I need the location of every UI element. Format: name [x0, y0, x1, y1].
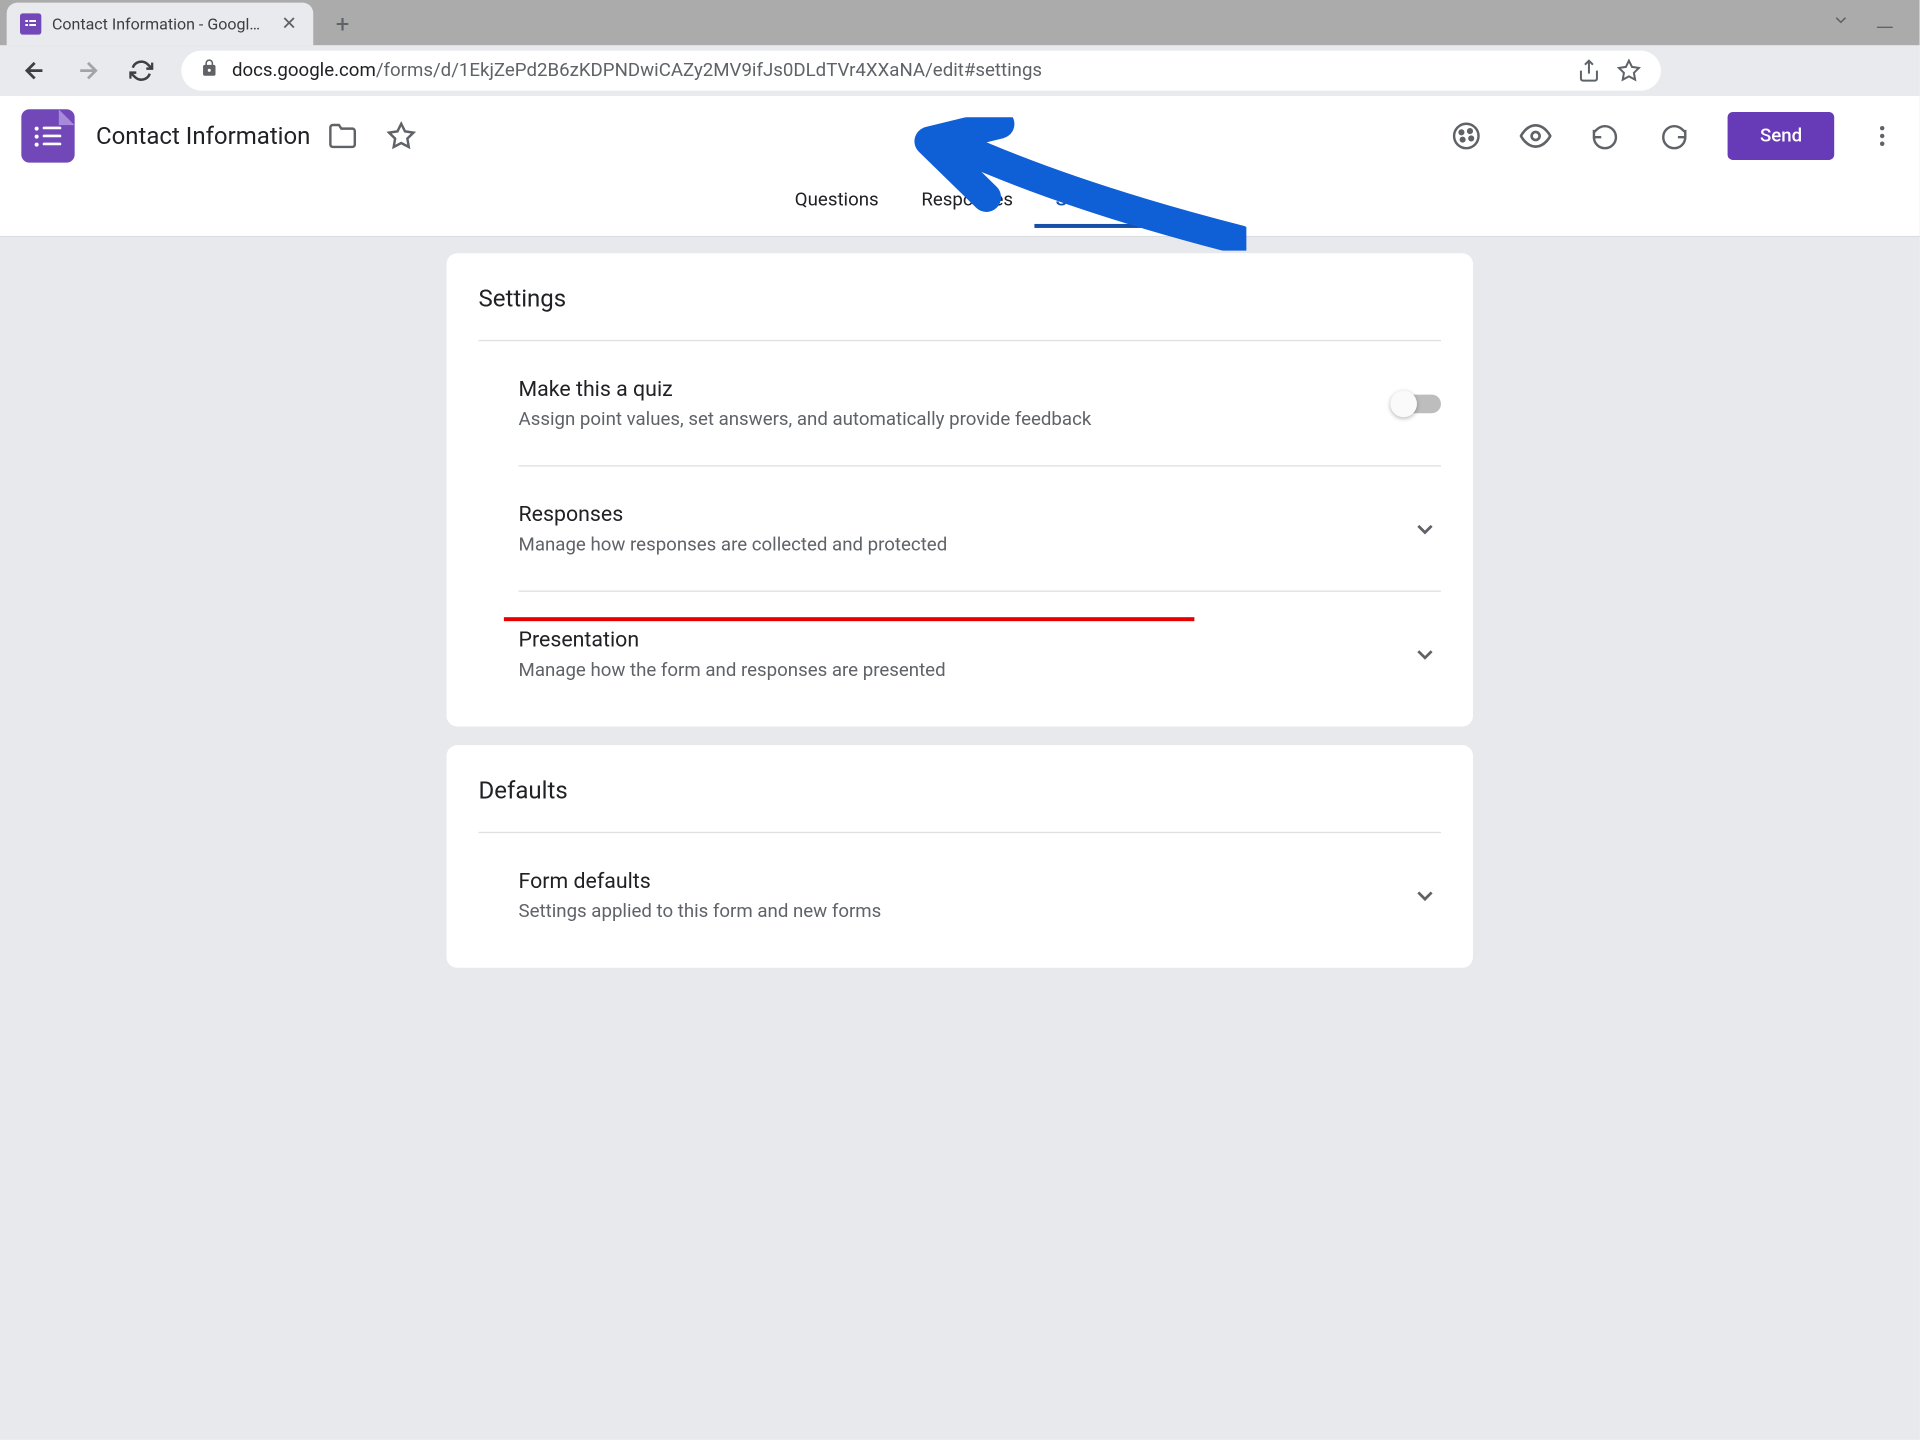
url-text: docs.google.com/forms/d/1EkjZePd2B6zKDPN… [232, 60, 1562, 81]
star-icon[interactable] [374, 109, 427, 162]
setting-title: Responses [519, 501, 1409, 526]
content-area: Settings Make this a quiz Assign point v… [0, 237, 1920, 1439]
setting-form-defaults[interactable]: Form defaults Settings applied to this f… [519, 833, 1441, 936]
settings-card: Settings Make this a quiz Assign point v… [447, 253, 1473, 726]
preview-icon[interactable] [1509, 109, 1562, 162]
setting-presentation[interactable]: Presentation Manage how the form and res… [519, 592, 1441, 695]
customize-theme-icon[interactable] [1440, 109, 1493, 162]
close-icon[interactable]: ✕ [279, 13, 300, 34]
tab-questions[interactable]: Questions [773, 176, 900, 228]
undo-icon[interactable] [1579, 109, 1632, 162]
address-bar[interactable]: docs.google.com/forms/d/1EkjZePd2B6zKDPN… [181, 51, 1661, 91]
reload-button[interactable] [117, 47, 165, 95]
chevron-down-icon[interactable] [1409, 513, 1441, 545]
browser-tab[interactable]: Contact Information - Google Fo ✕ [7, 3, 314, 46]
setting-desc: Manage how the form and responses are pr… [519, 660, 1409, 681]
browser-tab-title: Contact Information - Google Fo [52, 15, 268, 34]
chevron-down-icon[interactable] [1409, 638, 1441, 670]
form-tabs-nav: Questions Responses Settings [0, 176, 1920, 237]
quiz-toggle[interactable] [1393, 394, 1441, 413]
move-to-folder-icon[interactable] [316, 109, 369, 162]
app-header: Contact Information Send [0, 96, 1920, 176]
setting-title: Make this a quiz [519, 376, 1393, 401]
setting-make-quiz: Make this a quiz Assign point values, se… [519, 341, 1441, 466]
share-icon[interactable] [1576, 59, 1603, 83]
tab-responses[interactable]: Responses [900, 176, 1034, 228]
bookmark-icon[interactable] [1616, 59, 1643, 83]
tab-settings[interactable]: Settings [1034, 176, 1146, 228]
setting-responses[interactable]: Responses Manage how responses are colle… [519, 467, 1441, 592]
setting-desc: Assign point values, set answers, and au… [519, 409, 1393, 430]
redo-icon[interactable] [1648, 109, 1701, 162]
google-forms-logo-icon[interactable] [21, 109, 74, 162]
settings-card-title: Settings [479, 285, 1441, 341]
forward-button[interactable] [64, 47, 112, 95]
lock-icon [200, 59, 219, 83]
window-dropdown-icon[interactable] [1832, 9, 1851, 34]
setting-desc: Settings applied to this form and new fo… [519, 901, 1409, 922]
address-bar-row: docs.google.com/forms/d/1EkjZePd2B6zKDPN… [0, 45, 1920, 96]
more-menu-icon[interactable] [1856, 109, 1909, 162]
setting-title: Presentation [519, 627, 1409, 652]
back-button[interactable] [11, 47, 59, 95]
new-tab-button[interactable]: + [324, 5, 361, 42]
chevron-down-icon[interactable] [1409, 879, 1441, 911]
send-button[interactable]: Send [1728, 112, 1834, 160]
document-title[interactable]: Contact Information [96, 122, 310, 150]
setting-desc: Manage how responses are collected and p… [519, 535, 1409, 556]
window-minimize-icon[interactable] [1877, 9, 1893, 34]
favicon-icon [20, 13, 41, 34]
defaults-card: Defaults Form defaults Settings applied … [447, 745, 1473, 968]
defaults-card-title: Defaults [479, 777, 1441, 833]
setting-title: Form defaults [519, 868, 1409, 893]
browser-tab-bar: Contact Information - Google Fo ✕ + [0, 0, 1920, 45]
